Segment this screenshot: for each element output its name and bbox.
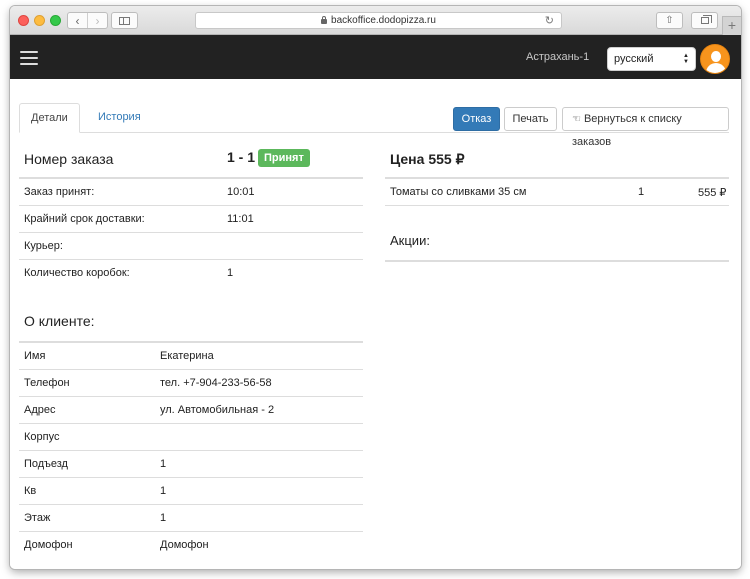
detail-value-deadline: 11:01 — [227, 213, 254, 225]
back-to-list-label: Вернуться к списку заказов — [572, 113, 682, 148]
divider — [385, 205, 729, 206]
divider — [19, 205, 363, 206]
order-page: Детали История Отказ Печать ☜ Вернуться к… — [10, 79, 741, 569]
language-value: русский — [614, 53, 654, 65]
divider — [19, 477, 363, 478]
print-button[interactable]: Печать — [504, 107, 557, 131]
avatar[interactable] — [700, 44, 730, 74]
forward-arrow-icon[interactable]: › — [87, 13, 107, 28]
client-label-floor: Этаж — [24, 512, 51, 524]
divider — [19, 369, 363, 370]
client-section-title: О клиенте: — [24, 313, 95, 329]
client-label-phone: Телефон — [24, 377, 70, 389]
sidebar-toggle-icon[interactable] — [111, 12, 138, 29]
status-badge: Принят — [258, 149, 310, 167]
url-text: backoffice.dodopizza.ru — [331, 15, 436, 26]
close-window-button[interactable] — [18, 15, 29, 26]
client-label-entrance: Подъезд — [24, 458, 68, 470]
item-name: Томаты со сливками 35 см — [390, 186, 527, 198]
client-value-name: Екатерина — [160, 350, 214, 362]
promotions-title: Акции: — [390, 233, 430, 248]
lock-icon — [321, 16, 328, 24]
reload-icon[interactable]: ↻ — [545, 14, 554, 27]
history-nav: ‹ › — [67, 12, 108, 29]
divider — [19, 504, 363, 505]
client-label-apartment: Кв — [24, 485, 37, 497]
divider — [19, 341, 363, 343]
app-header: Астрахань-1 русский ▲ ▼ — [10, 35, 741, 79]
minimize-window-button[interactable] — [34, 15, 45, 26]
divider — [19, 177, 363, 179]
browser-toolbar: ‹ › backoffice.dodopizza.ru ↻ ⇧ + — [10, 6, 741, 35]
client-value-intercom: Домофон — [160, 539, 209, 551]
order-number: 1 - 1 — [227, 149, 256, 165]
detail-label-accepted: Заказ принят: — [24, 186, 95, 198]
item-price: 555 ₽ — [698, 187, 727, 199]
divider — [19, 423, 363, 424]
client-value-floor: 1 — [160, 512, 167, 524]
tab-history[interactable]: История — [87, 103, 152, 133]
client-value-address: ул. Автомобильная - 2 — [160, 404, 275, 416]
client-value-phone: тел. +7-904-233-56-58 — [160, 377, 272, 389]
client-label-intercom: Домофон — [24, 539, 73, 551]
language-select[interactable]: русский ▲ ▼ — [607, 47, 696, 71]
item-quantity: 1 — [638, 186, 645, 198]
divider — [385, 177, 729, 179]
divider — [19, 259, 363, 260]
client-label-building: Корпус — [24, 431, 60, 443]
client-label-name: Имя — [24, 350, 46, 362]
share-icon[interactable]: ⇧ — [656, 12, 683, 29]
new-tab-button[interactable]: + — [722, 16, 741, 35]
menu-icon[interactable] — [20, 51, 38, 65]
detail-label-boxes: Количество коробок: — [24, 267, 130, 279]
address-bar[interactable]: backoffice.dodopizza.ru ↻ — [195, 12, 562, 29]
pointing-hand-icon: ☜ — [572, 114, 581, 125]
order-number-title: Номер заказа — [24, 151, 114, 167]
zoom-window-button[interactable] — [50, 15, 61, 26]
divider — [19, 232, 363, 233]
divider — [19, 396, 363, 397]
show-tabs-icon[interactable] — [691, 12, 718, 29]
back-to-list-button[interactable]: ☜ Вернуться к списку заказов — [562, 107, 729, 148]
detail-label-deadline: Крайний срок доставки: — [24, 213, 145, 225]
detail-value-accepted: 10:01 — [227, 186, 255, 198]
client-value-apartment: 1 — [160, 485, 167, 497]
divider — [385, 260, 729, 262]
browser-window: ‹ › backoffice.dodopizza.ru ↻ ⇧ + Астрах… — [10, 6, 741, 569]
client-label-address: Адрес — [24, 404, 56, 416]
city-name: Астрахань-1 — [526, 51, 590, 63]
back-arrow-icon[interactable]: ‹ — [68, 13, 87, 28]
client-value-entrance: 1 — [160, 458, 167, 470]
detail-value-boxes: 1 — [227, 267, 234, 279]
divider — [19, 450, 363, 451]
divider — [19, 531, 363, 532]
select-arrows-icon: ▲ ▼ — [683, 53, 689, 65]
detail-label-courier: Курьер: — [24, 240, 63, 252]
tab-details[interactable]: Детали — [19, 103, 80, 133]
price-title: Цена 555 ₽ — [390, 151, 465, 167]
reject-button[interactable]: Отказ — [453, 107, 500, 131]
